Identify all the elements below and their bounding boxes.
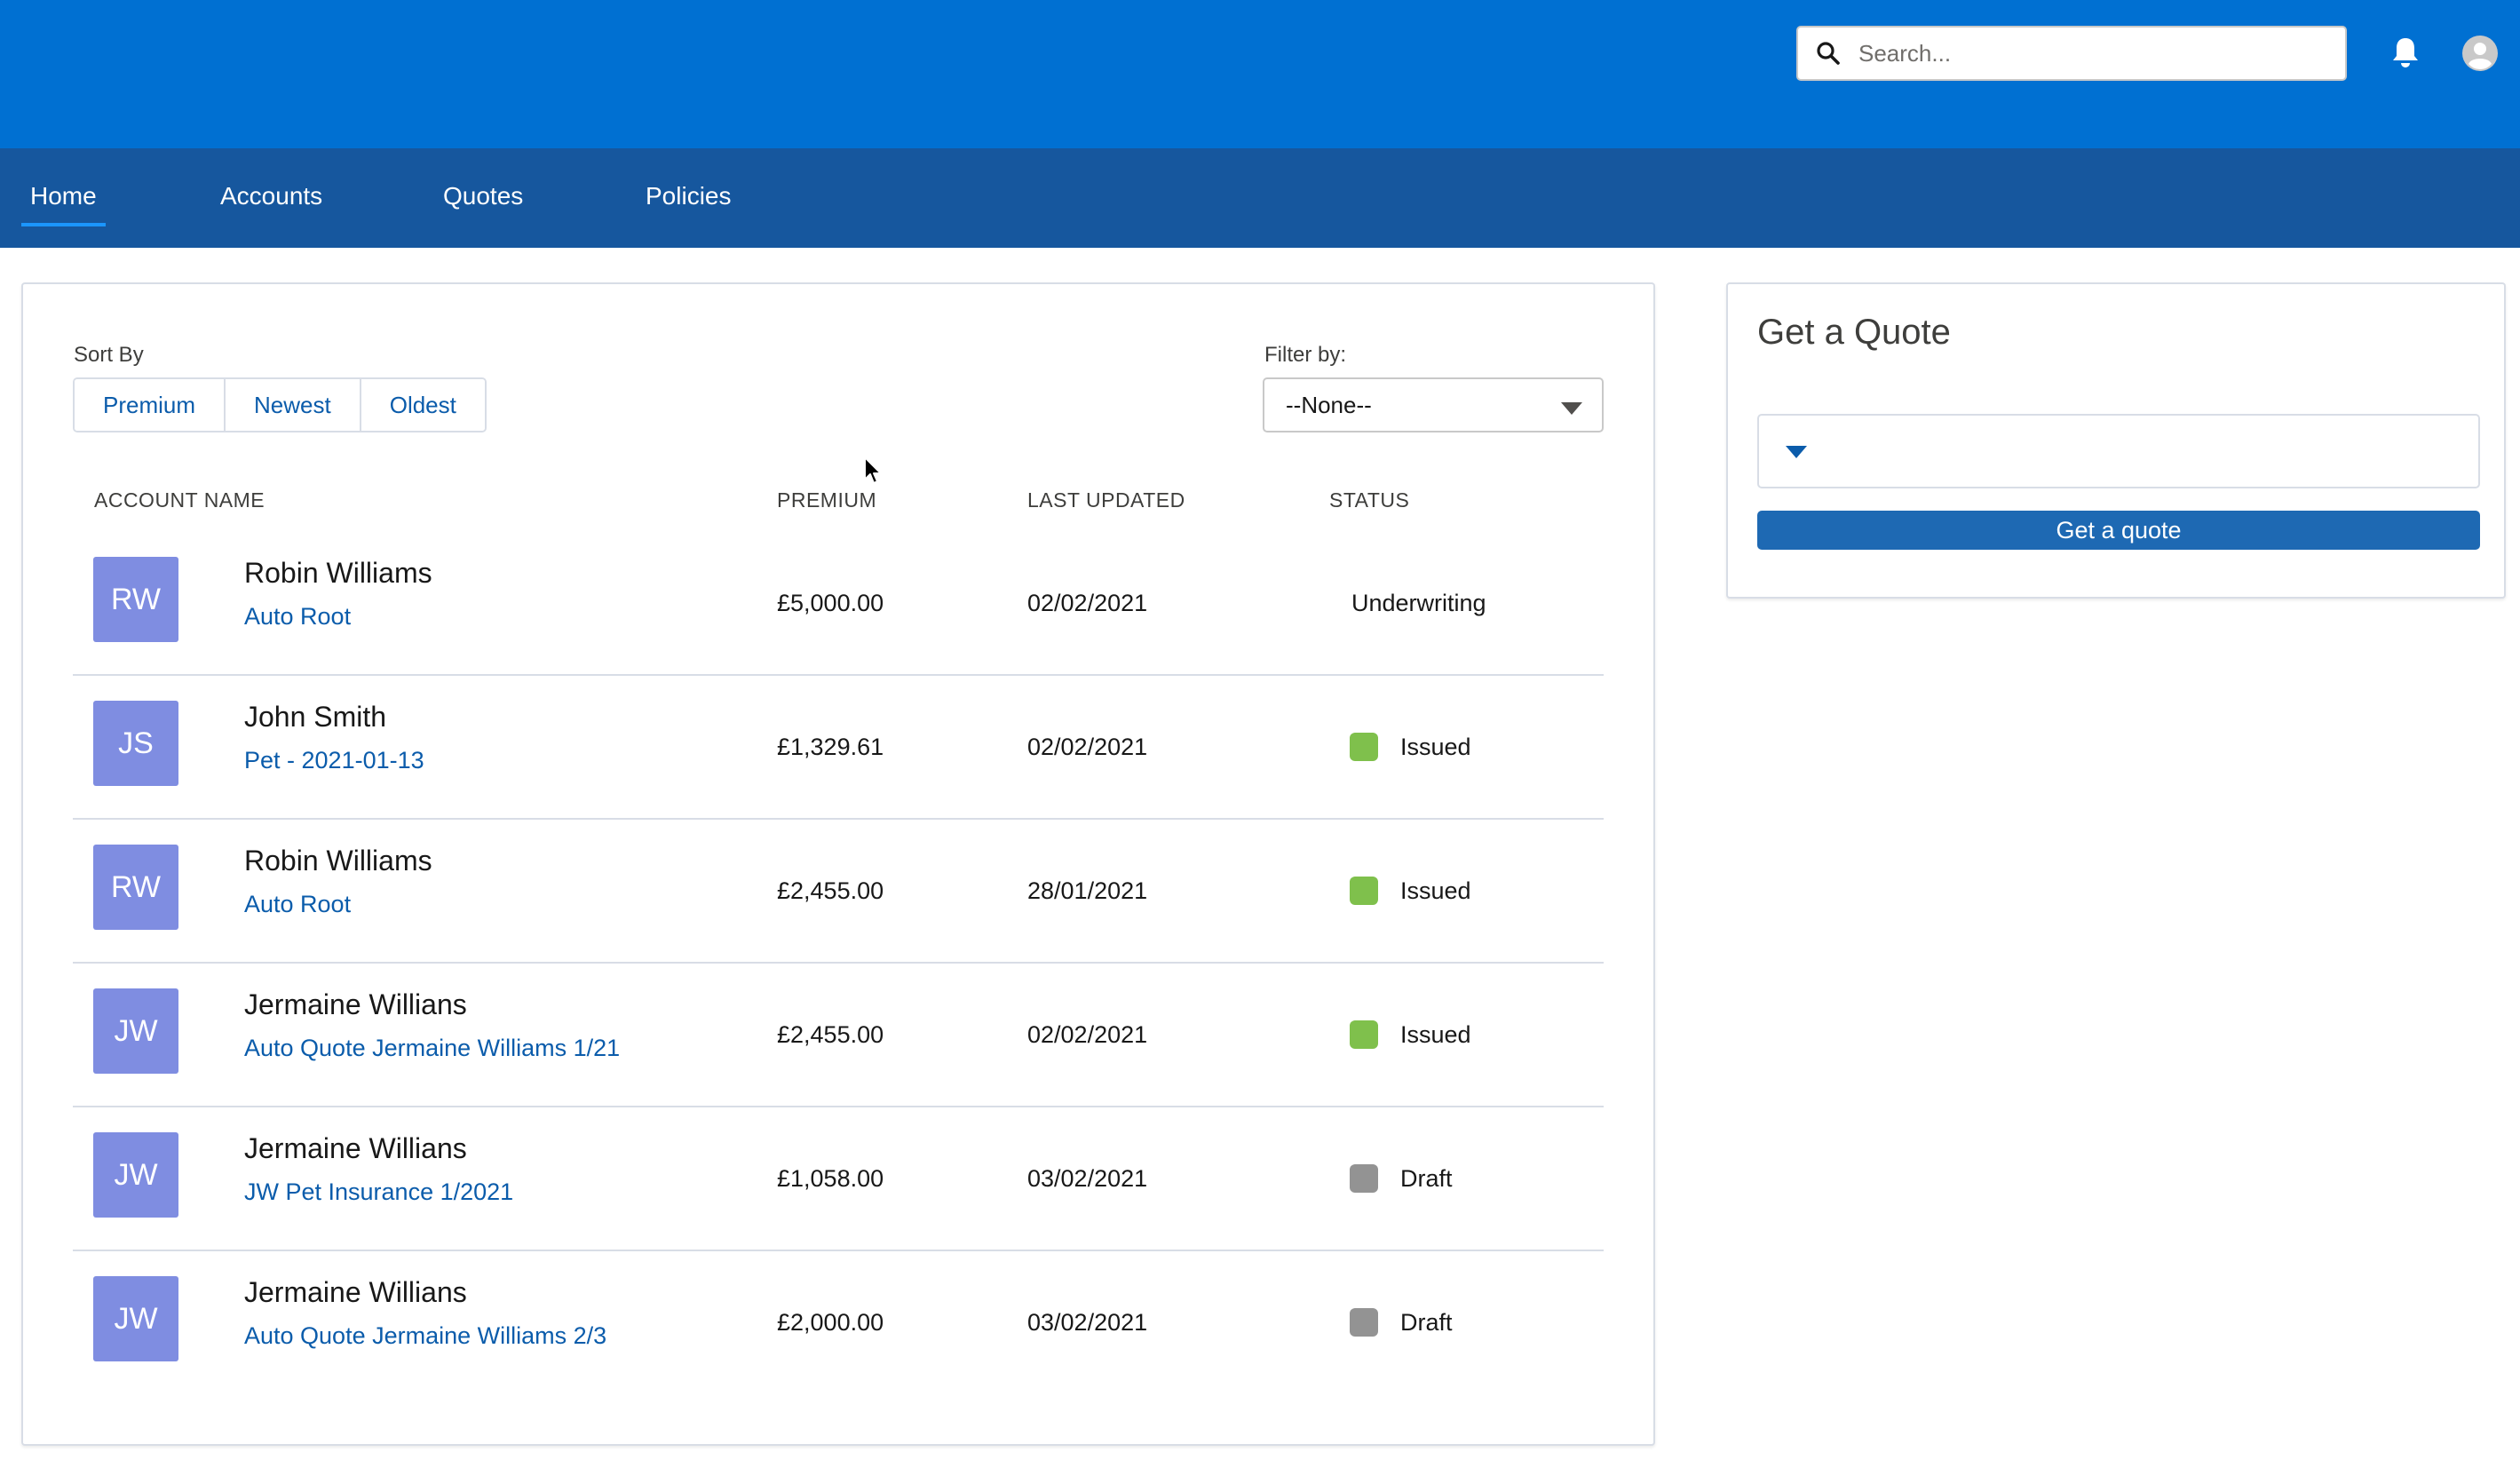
search-icon <box>1817 42 1840 65</box>
premium-value: £1,058.00 <box>777 1165 884 1192</box>
table-row[interactable]: RW Robin Williams Auto Root £5,000.00 02… <box>73 532 1604 676</box>
premium-value: £2,000.00 <box>777 1309 884 1336</box>
quote-link[interactable]: Pet - 2021-01-13 <box>244 747 424 774</box>
col-last-updated: LAST UPDATED <box>1027 488 1185 512</box>
nav-policies[interactable]: Policies <box>646 148 731 248</box>
last-updated-value: 02/02/2021 <box>1027 734 1148 760</box>
premium-value: £2,455.00 <box>777 1021 884 1048</box>
bell-icon[interactable] <box>2387 34 2424 71</box>
status-text: Issued <box>1400 877 1471 904</box>
table-row[interactable]: JW Jermaine Willians Auto Quote Jermaine… <box>73 1251 1604 1395</box>
quotes-list-card: Sort By Premium Newest Oldest Filter by:… <box>21 282 1655 1446</box>
quote-card-title: Get a Quote <box>1757 313 1951 352</box>
account-name: Jermaine Willians <box>244 1132 467 1164</box>
quote-link[interactable]: Auto Quote Jermaine Williams 1/21 <box>244 1035 620 1062</box>
last-updated-value: 02/02/2021 <box>1027 1021 1148 1048</box>
status-text: Underwriting <box>1351 590 1486 616</box>
status-indicator-icon <box>1350 1020 1378 1049</box>
quote-link[interactable]: Auto Root <box>244 603 351 631</box>
chevron-down-icon <box>1561 402 1582 415</box>
chevron-down-icon <box>1786 446 1807 458</box>
premium-value: £2,455.00 <box>777 877 884 904</box>
avatar: JW <box>93 1132 178 1218</box>
status-text: Draft <box>1400 1165 1453 1192</box>
status-indicator-icon <box>1350 877 1378 905</box>
table-row[interactable]: JS John Smith Pet - 2021-01-13 £1,329.61… <box>73 676 1604 820</box>
table-row[interactable]: RW Robin Williams Auto Root £2,455.00 28… <box>73 820 1604 964</box>
table-row[interactable]: JW Jermaine Willians Auto Quote Jermaine… <box>73 964 1604 1107</box>
sort-newest-button[interactable]: Newest <box>224 379 360 431</box>
last-updated-value: 03/02/2021 <box>1027 1165 1148 1192</box>
col-premium: PREMIUM <box>777 488 877 512</box>
avatar: RW <box>93 557 178 642</box>
nav-bar: Home Accounts Quotes Policies <box>0 148 2520 248</box>
premium-value: £5,000.00 <box>777 590 884 616</box>
status-indicator-icon <box>1350 733 1378 761</box>
user-avatar-icon[interactable] <box>2461 35 2499 72</box>
status-indicator-icon <box>1350 1164 1378 1193</box>
sort-button-group: Premium Newest Oldest <box>73 377 487 432</box>
avatar: JS <box>93 701 178 786</box>
nav-quotes[interactable]: Quotes <box>443 148 523 248</box>
avatar: JW <box>93 988 178 1074</box>
sort-oldest-button[interactable]: Oldest <box>359 379 485 431</box>
table-row[interactable]: JW Jermaine Willians JW Pet Insurance 1/… <box>73 1107 1604 1251</box>
account-name: Robin Williams <box>244 845 432 877</box>
global-header <box>0 0 2520 148</box>
sort-premium-button[interactable]: Premium <box>75 379 225 431</box>
search-input[interactable] <box>1858 39 2320 67</box>
avatar: RW <box>93 845 178 930</box>
account-name: Jermaine Willians <box>244 1276 467 1308</box>
search-box[interactable] <box>1796 26 2347 81</box>
status-indicator-icon <box>1350 1308 1378 1337</box>
col-status: STATUS <box>1329 488 1410 512</box>
col-account-name: ACCOUNT NAME <box>94 488 265 512</box>
filter-value: --None-- <box>1286 392 1372 418</box>
sort-label: Sort By <box>74 343 144 367</box>
avatar: JW <box>93 1276 178 1361</box>
last-updated-value: 28/01/2021 <box>1027 877 1148 904</box>
premium-value: £1,329.61 <box>777 734 884 760</box>
account-name: Jermaine Willians <box>244 988 467 1020</box>
mouse-cursor-icon <box>864 456 882 484</box>
account-name: Robin Williams <box>244 557 432 589</box>
last-updated-value: 02/02/2021 <box>1027 590 1148 616</box>
filter-select[interactable]: --None-- <box>1263 377 1604 432</box>
status-text: Issued <box>1400 1021 1471 1048</box>
get-a-quote-card: Get a Quote Get a quote <box>1726 282 2506 599</box>
filter-label: Filter by: <box>1264 343 1347 367</box>
quote-type-select[interactable] <box>1757 414 2480 488</box>
quote-link[interactable]: Auto Root <box>244 891 351 918</box>
account-name: John Smith <box>244 701 387 733</box>
nav-home[interactable]: Home <box>21 148 106 248</box>
get-quote-button[interactable]: Get a quote <box>1757 511 2480 550</box>
last-updated-value: 03/02/2021 <box>1027 1309 1148 1336</box>
status-text: Issued <box>1400 734 1471 760</box>
nav-accounts[interactable]: Accounts <box>220 148 322 248</box>
quote-link[interactable]: Auto Quote Jermaine Williams 2/3 <box>244 1322 606 1350</box>
status-text: Draft <box>1400 1309 1453 1336</box>
quote-link[interactable]: JW Pet Insurance 1/2021 <box>244 1178 513 1206</box>
